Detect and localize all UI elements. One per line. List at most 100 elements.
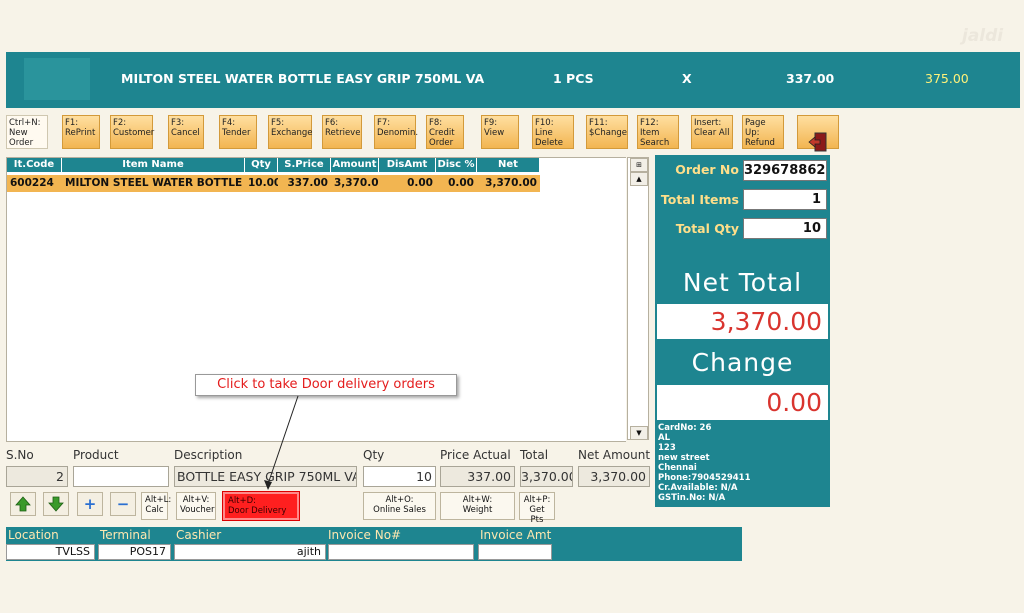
online-sales-button[interactable]: Alt+O: Online Sales	[363, 492, 436, 520]
invoice-amt-value	[478, 544, 552, 560]
invoice-no-value	[328, 544, 474, 560]
customer-button[interactable]: F2: Customer	[110, 115, 154, 149]
customer-info: CardNo: 26 AL 123 new street Chennai Pho…	[658, 423, 828, 503]
item-search-button[interactable]: F12: Item Search	[637, 115, 679, 149]
cashier-value: ajith	[174, 544, 326, 560]
reprint-button[interactable]: F1: RePrint	[62, 115, 100, 149]
net-total-label: Net Total	[682, 268, 803, 297]
door-delivery-callout: Click to take Door delivery orders	[195, 374, 457, 396]
increase-qty-button[interactable]: +	[77, 492, 103, 516]
location-label: Location	[8, 528, 59, 542]
denomination-button[interactable]: F7: Denomin.	[374, 115, 418, 149]
exchange-button[interactable]: F5: Exchange	[268, 115, 313, 149]
price-actual-label: Price Actual	[440, 448, 511, 462]
scroll-up-icon[interactable]: ▲	[630, 172, 648, 186]
terminal-value: POS17	[98, 544, 171, 560]
grid-scrollbar[interactable]: ⊞ ▲ ▼	[627, 157, 649, 440]
customer-credit: Cr.Available: N/A	[658, 483, 738, 493]
calc-button[interactable]: Alt+L: Calc	[141, 492, 171, 520]
jaldi-logo: jaldi	[962, 26, 1004, 46]
refund-button[interactable]: Page Up: Refund	[742, 115, 784, 149]
new-order-button[interactable]: Ctrl+N: New Order	[6, 115, 48, 149]
retrieve-button[interactable]: F6: Retrieve	[322, 115, 362, 149]
cell-item-name: MILTON STEEL WATER BOTTLE ...	[62, 175, 245, 192]
customer-card: CardNo: 26	[658, 423, 712, 433]
change-label: Change	[691, 348, 794, 377]
total-items-label: Total Items	[660, 192, 739, 207]
banner-item-name: MILTON STEEL WATER BOTTLE EASY GRIP 750M…	[121, 71, 485, 86]
net-amount-label: Net Amount	[578, 448, 651, 462]
customer-address-1: 123	[658, 443, 676, 453]
arrow-up-icon	[15, 496, 31, 512]
sno-label: S.No	[6, 448, 34, 462]
customer-address-2: new street	[658, 453, 710, 463]
cell-disc: 0.00	[436, 175, 477, 192]
cell-disamt: 0.00	[379, 175, 436, 192]
move-up-button[interactable]	[10, 492, 36, 516]
description-label: Description	[174, 448, 243, 462]
product-thumbnail	[24, 58, 90, 100]
banner-multiply: X	[682, 71, 692, 86]
callout-arrow-icon	[264, 395, 299, 490]
total-qty-label: Total Qty	[675, 221, 739, 236]
col-header-disc[interactable]: Disc %	[436, 158, 477, 172]
col-header-amount[interactable]: Amount	[331, 158, 379, 172]
net-amount-field[interactable]: 3,370.00	[578, 466, 650, 487]
cell-itcode: 600224	[7, 175, 62, 192]
price-actual-field[interactable]: 337.00	[440, 466, 515, 487]
move-down-button[interactable]	[43, 492, 69, 516]
qty-label: Qty	[363, 448, 385, 462]
invoice-no-label: Invoice No#	[328, 528, 402, 542]
selected-item-banner: MILTON STEEL WATER BOTTLE EASY GRIP 750M…	[6, 52, 1020, 108]
col-header-disamt[interactable]: DisAmt	[379, 158, 436, 172]
decrease-qty-button[interactable]: −	[110, 492, 136, 516]
order-summary-panel: Order No 329678862 Total Items 1 Total Q…	[655, 155, 830, 507]
col-header-qty[interactable]: Qty	[245, 158, 278, 172]
scroll-down-icon[interactable]: ▼	[630, 426, 648, 440]
customer-city: Chennai	[658, 463, 697, 473]
customer-name: AL	[658, 433, 670, 443]
qty-field[interactable]: 10	[363, 466, 436, 487]
voucher-button[interactable]: Alt+V: Voucher	[176, 492, 216, 520]
exit-button[interactable]	[797, 115, 839, 152]
column-chooser-icon[interactable]: ⊞	[630, 158, 648, 172]
total-field[interactable]: 3,370.00	[520, 466, 573, 487]
change-button[interactable]: F11: $Change	[586, 115, 628, 149]
door-delivery-button[interactable]: Alt+D: Door Delivery	[222, 491, 300, 521]
customer-phone: Phone:7904529411	[658, 473, 751, 483]
col-header-sprice[interactable]: S.Price	[278, 158, 331, 172]
get-points-button[interactable]: Alt+P: Get Pts	[519, 492, 555, 525]
arrow-down-icon	[48, 496, 64, 512]
status-footer: Location TVLSS Terminal POS17 Cashier aj…	[6, 527, 742, 561]
cancel-button[interactable]: F3: Cancel	[168, 115, 204, 149]
col-header-itcode[interactable]: It.Code	[7, 158, 62, 172]
clear-all-button[interactable]: Insert: Clear All	[691, 115, 733, 149]
banner-qty: 1 PCS	[553, 71, 594, 86]
cell-sprice: 337.00	[278, 175, 331, 192]
invoice-amt-label: Invoice Amt	[480, 528, 552, 542]
grid-blank-area	[540, 157, 626, 442]
banner-price: 337.00	[786, 71, 835, 86]
product-field[interactable]	[73, 466, 169, 487]
change-value: 0.00	[657, 385, 828, 420]
customer-gstin: GSTin.No: N/A	[658, 493, 726, 503]
product-label: Product	[73, 448, 119, 462]
cell-net-amount: 3,370.00	[477, 175, 540, 192]
cell-amount: 3,370.00	[331, 175, 379, 192]
sno-field[interactable]: 2	[6, 466, 68, 487]
total-label: Total	[520, 448, 549, 462]
col-header-item-name[interactable]: Item Name	[62, 158, 245, 172]
total-qty-value: 10	[743, 218, 827, 239]
credit-order-button[interactable]: F8: Credit Order	[426, 115, 464, 149]
tender-button[interactable]: F4: Tender	[219, 115, 257, 149]
view-button[interactable]: F9: View	[481, 115, 519, 149]
weight-button[interactable]: Alt+W: Weight	[440, 492, 515, 520]
net-total-value: 3,370.00	[657, 304, 828, 339]
location-value: TVLSS	[6, 544, 95, 560]
col-header-net-amount[interactable]: Net Amount	[477, 158, 540, 184]
line-delete-button[interactable]: F10: Line Delete	[532, 115, 574, 149]
cell-qty: 10.00	[245, 175, 278, 192]
banner-total: 375.00	[925, 71, 969, 86]
total-items-value: 1	[743, 189, 827, 210]
terminal-label: Terminal	[100, 528, 151, 542]
